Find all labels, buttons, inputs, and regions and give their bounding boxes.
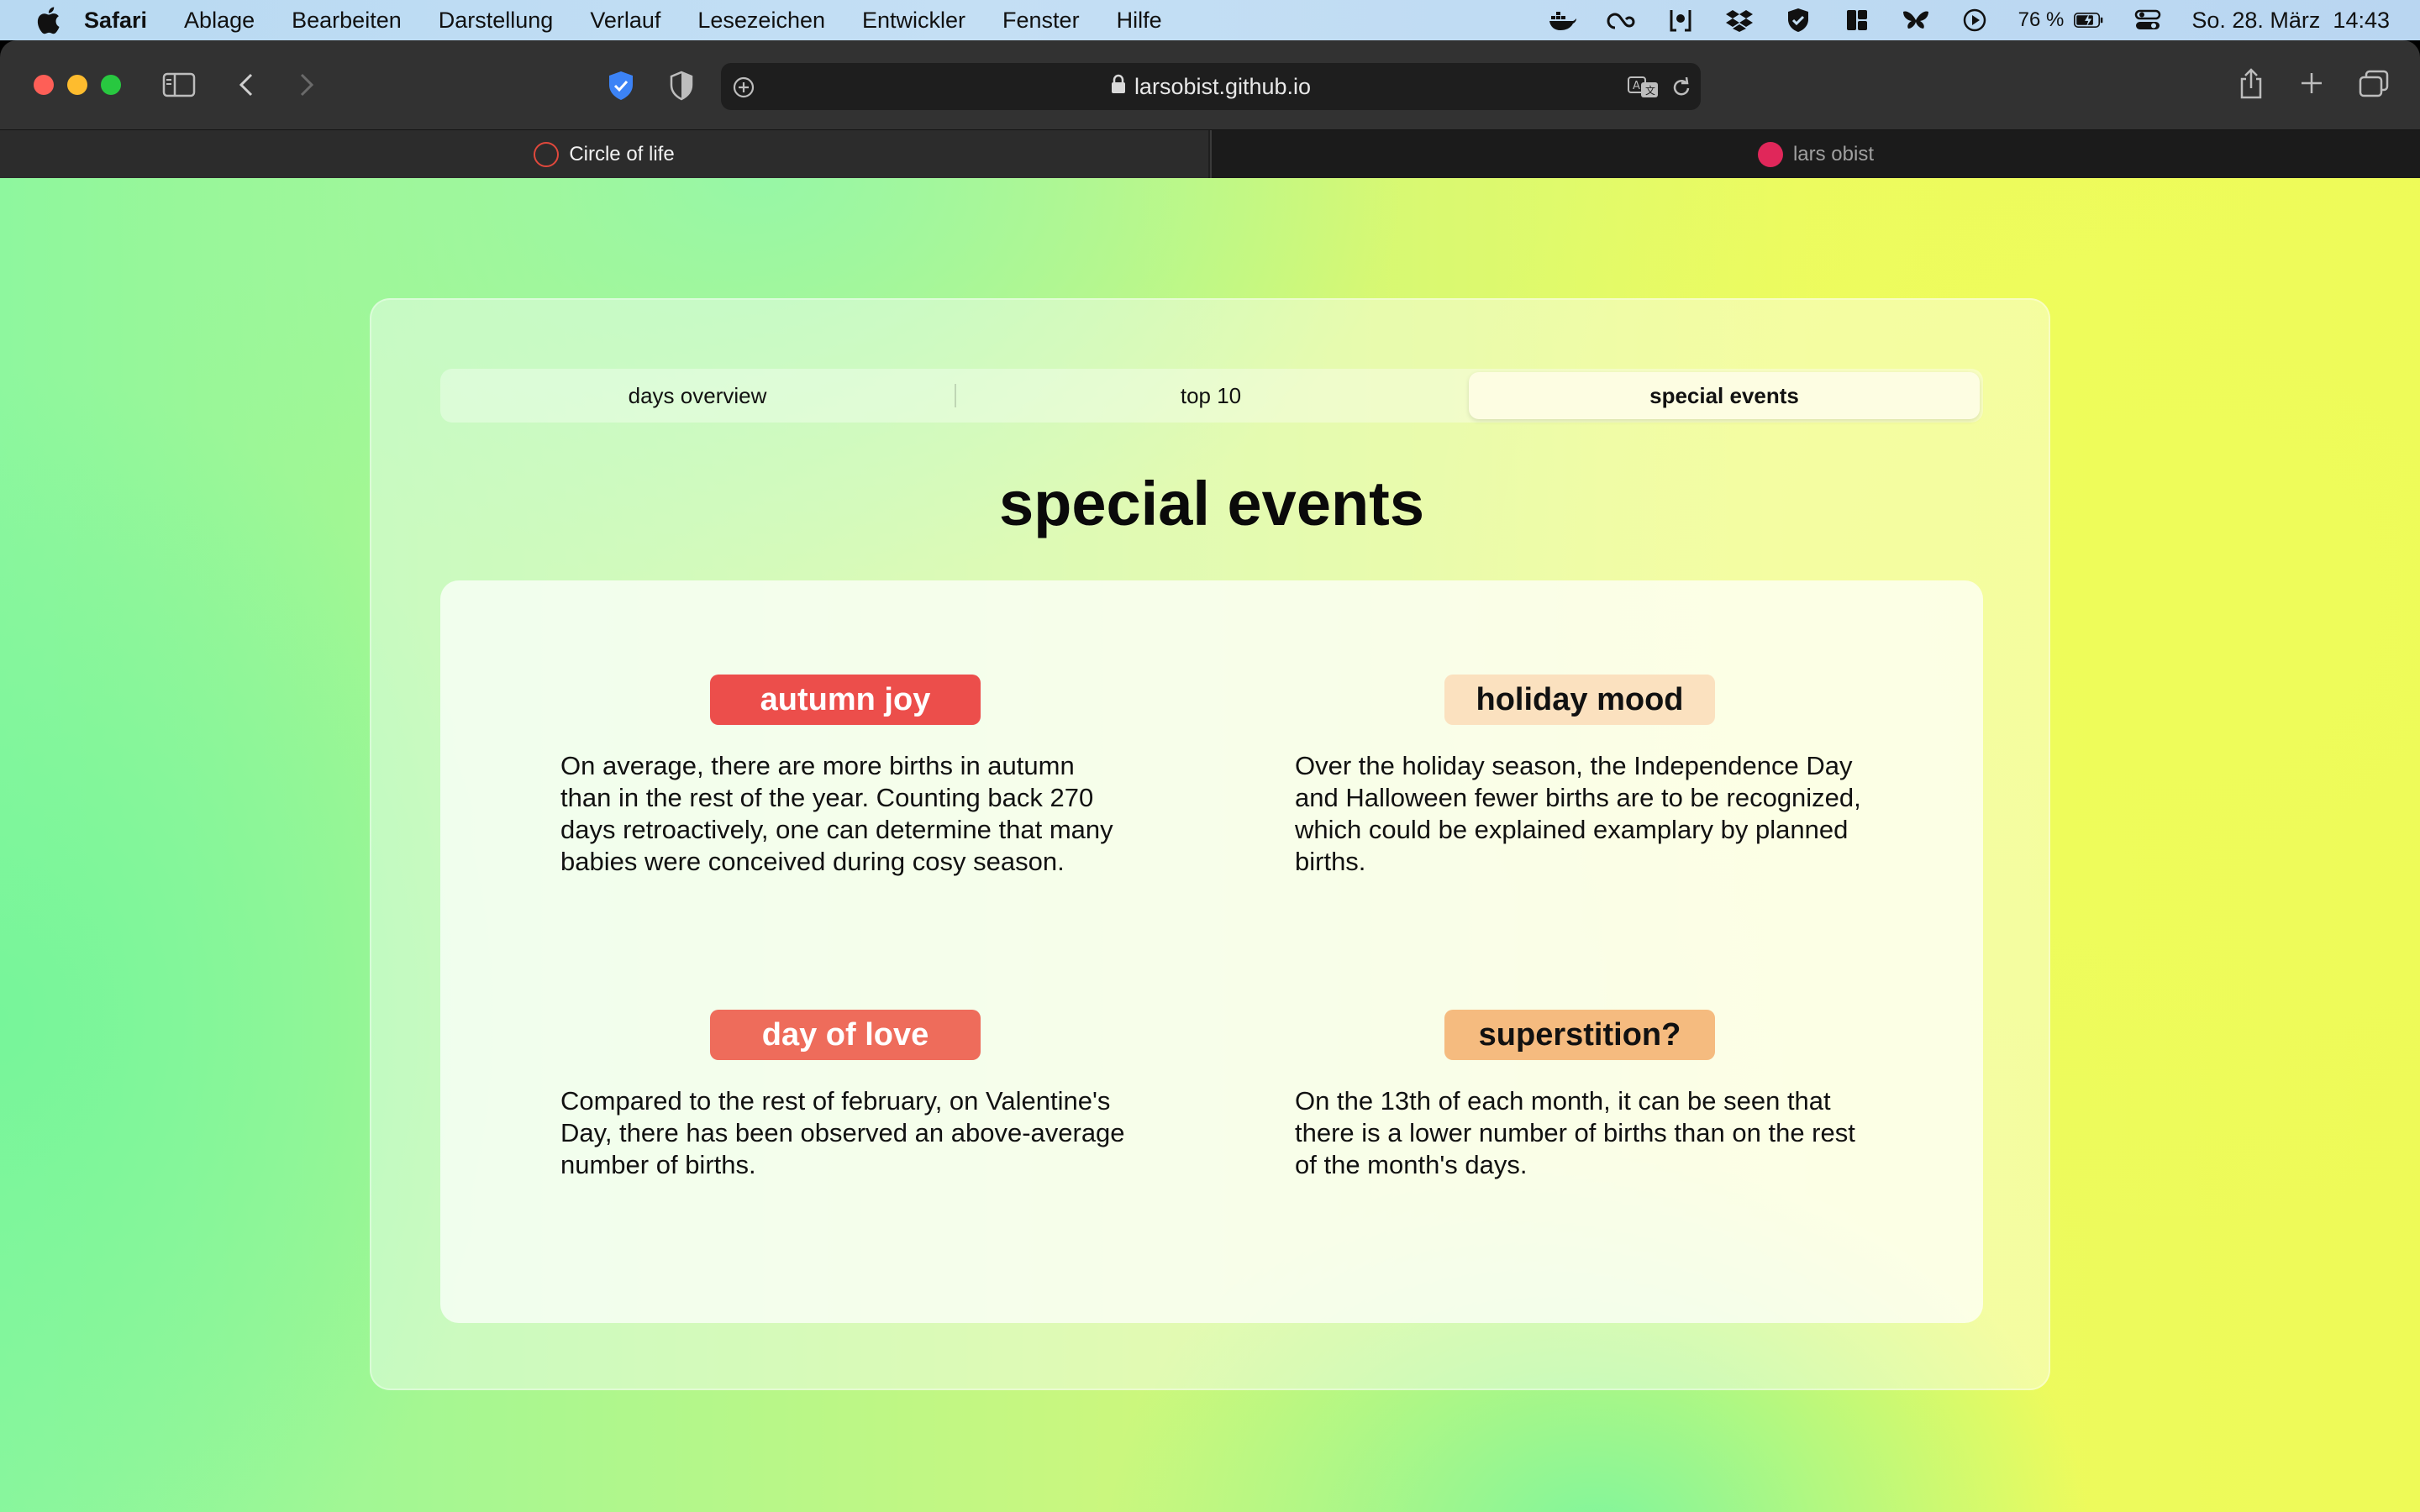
tab-title: lars obist	[1792, 143, 1875, 165]
event-badge: holiday mood	[1444, 675, 1715, 725]
menubar-clock[interactable]: So. 28. März 14:43	[2191, 8, 2390, 34]
butterfly-icon[interactable]	[1901, 8, 1931, 33]
circle-of-life-favicon-icon	[534, 142, 560, 167]
tab-special-events[interactable]: special events	[1469, 372, 1980, 419]
shield-check-icon[interactable]	[1783, 8, 1813, 33]
event-badge: autumn joy	[710, 675, 981, 725]
menu-bar: Safari Ablage Bearbeiten Darstellung Ver…	[0, 0, 2420, 40]
menu-lesezeichen[interactable]: Lesezeichen	[697, 8, 825, 34]
menu-app-safari[interactable]: Safari	[84, 8, 147, 34]
translate-icon[interactable]: A文	[1627, 73, 1660, 102]
address-bar[interactable]: larsobist.github.io A文	[721, 63, 1701, 110]
url-text: larsobist.github.io	[1134, 73, 1312, 99]
event-description: On the 13th of each month, it can be see…	[1295, 1086, 1855, 1179]
share-icon[interactable]	[2237, 67, 2265, 101]
new-tab-icon[interactable]	[2297, 69, 2326, 97]
tab-title: Circle of life	[569, 143, 675, 165]
dropbox-icon[interactable]	[1724, 8, 1754, 33]
page-menu-icon[interactable]	[729, 73, 758, 102]
window-layout-icon[interactable]	[1842, 8, 1872, 33]
creative-cloud-icon[interactable]	[1607, 8, 1637, 33]
menu-entwickler[interactable]: Entwickler	[862, 8, 965, 34]
sidebar-icon[interactable]	[161, 71, 197, 99]
menu-hilfe[interactable]: Hilfe	[1117, 8, 1162, 34]
shield-icon[interactable]	[666, 69, 697, 102]
svg-text:文: 文	[1645, 84, 1655, 97]
lars-obist-favicon-icon	[1757, 142, 1783, 167]
close-window-button[interactable]	[34, 75, 54, 95]
web-content: days overview top 10 special events spec…	[0, 178, 2420, 1512]
page-title: special events	[999, 469, 1424, 538]
menu-ablage[interactable]: Ablage	[184, 8, 255, 34]
docker-icon[interactable]	[1548, 8, 1578, 33]
minimize-window-button[interactable]	[67, 75, 87, 95]
control-center-icon[interactable]	[2133, 8, 2163, 33]
menu-bearbeiten[interactable]: Bearbeiten	[292, 8, 402, 34]
event-badge: superstition?	[1444, 1010, 1715, 1060]
event-description: On average, there are more births in aut…	[560, 751, 1113, 876]
svg-text:A: A	[1633, 80, 1640, 92]
event-description: Over the holiday season, the Independenc…	[1295, 751, 1861, 876]
event-description: Compared to the rest of february, on Val…	[560, 1086, 1125, 1179]
menu-darstellung[interactable]: Darstellung	[439, 8, 554, 34]
main-card: days overview top 10 special events spec…	[370, 298, 2050, 1390]
tab-overview-icon[interactable]	[2358, 69, 2390, 99]
event-badge: day of love	[710, 1010, 981, 1060]
lock-icon	[1111, 74, 1126, 100]
events-panel: autumn joy On average, there are more bi…	[440, 580, 1983, 1323]
privacy-shield-icon[interactable]	[605, 69, 637, 102]
tab-top-10[interactable]: top 10	[955, 372, 1467, 419]
play-circle-icon[interactable]	[1960, 8, 1990, 33]
battery-icon[interactable]	[2074, 8, 2104, 33]
back-icon[interactable]	[234, 71, 259, 99]
zoom-window-button[interactable]	[101, 75, 121, 95]
reload-icon[interactable]	[1667, 73, 1696, 102]
menu-fenster[interactable]: Fenster	[1002, 8, 1080, 34]
tab-days-overview[interactable]: days overview	[440, 372, 955, 419]
view-tabs: days overview top 10 special events	[440, 369, 1983, 423]
brackets-icon[interactable]	[1665, 8, 1696, 33]
forward-icon[interactable]	[294, 71, 319, 99]
apple-menu-icon[interactable]	[35, 6, 60, 34]
battery-percentage: 76 %	[2018, 8, 2065, 31]
browser-tab-circle-of-life[interactable]: Circle of life	[0, 130, 1208, 179]
browser-tab-lars-obist[interactable]: lars obist	[1210, 130, 2420, 179]
menu-verlauf[interactable]: Verlauf	[590, 8, 660, 34]
tab-bar: Circle of life lars obist	[0, 129, 2420, 179]
